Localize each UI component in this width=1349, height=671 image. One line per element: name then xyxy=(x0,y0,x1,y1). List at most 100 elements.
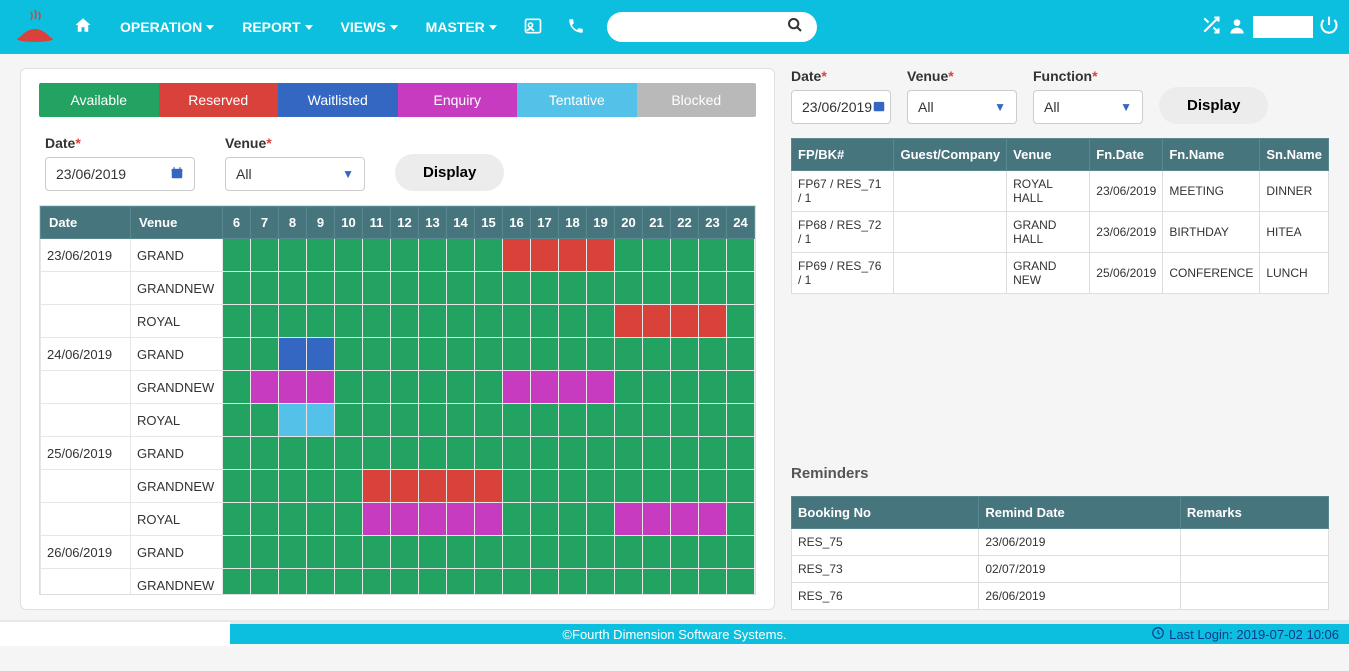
search-input[interactable] xyxy=(607,12,817,42)
grid-slot[interactable] xyxy=(587,239,615,272)
grid-slot[interactable] xyxy=(699,305,727,338)
grid-slot[interactable] xyxy=(335,404,363,437)
grid-slot[interactable] xyxy=(279,239,307,272)
grid-slot[interactable] xyxy=(307,569,335,596)
grid-slot[interactable] xyxy=(671,437,699,470)
grid-slot[interactable] xyxy=(223,338,251,371)
grid-slot[interactable] xyxy=(699,239,727,272)
grid-slot[interactable] xyxy=(279,569,307,596)
grid-slot[interactable] xyxy=(587,536,615,569)
grid-slot[interactable] xyxy=(419,272,447,305)
grid-slot[interactable] xyxy=(559,569,587,596)
grid-slot[interactable] xyxy=(447,536,475,569)
grid-slot[interactable] xyxy=(307,503,335,536)
grid-slot[interactable] xyxy=(363,437,391,470)
grid-slot[interactable] xyxy=(251,404,279,437)
grid-slot[interactable] xyxy=(643,371,671,404)
grid-slot[interactable] xyxy=(531,569,559,596)
grid-slot[interactable] xyxy=(671,239,699,272)
grid-slot[interactable] xyxy=(531,470,559,503)
grid-slot[interactable] xyxy=(475,371,503,404)
grid-slot[interactable] xyxy=(363,239,391,272)
home-icon[interactable] xyxy=(60,16,106,39)
grid-slot[interactable] xyxy=(251,503,279,536)
grid-slot[interactable] xyxy=(643,503,671,536)
grid-slot[interactable] xyxy=(587,470,615,503)
grid-slot[interactable] xyxy=(671,569,699,596)
grid-slot[interactable] xyxy=(447,470,475,503)
grid-slot[interactable] xyxy=(279,470,307,503)
grid-slot[interactable] xyxy=(503,536,531,569)
grid-slot[interactable] xyxy=(643,338,671,371)
grid-slot[interactable] xyxy=(643,272,671,305)
grid-slot[interactable] xyxy=(223,371,251,404)
grid-slot[interactable] xyxy=(223,239,251,272)
phone-icon[interactable] xyxy=(555,17,597,38)
grid-slot[interactable] xyxy=(363,371,391,404)
booking-row[interactable]: FP67 / RES_71 / 1ROYAL HALL23/06/2019MEE… xyxy=(792,171,1329,212)
grid-slot[interactable] xyxy=(643,569,671,596)
grid-slot[interactable] xyxy=(503,404,531,437)
grid-slot[interactable] xyxy=(335,470,363,503)
grid-slot[interactable] xyxy=(335,239,363,272)
nav-master[interactable]: MASTER xyxy=(412,19,511,35)
grid-slot[interactable] xyxy=(615,437,643,470)
grid-slot[interactable] xyxy=(363,305,391,338)
grid-slot[interactable] xyxy=(223,404,251,437)
grid-slot[interactable] xyxy=(531,503,559,536)
grid-slot[interactable] xyxy=(559,536,587,569)
grid-slot[interactable] xyxy=(727,470,755,503)
booking-row[interactable]: FP69 / RES_76 / 1GRAND NEW25/06/2019CONF… xyxy=(792,253,1329,294)
grid-slot[interactable] xyxy=(699,371,727,404)
grid-slot[interactable] xyxy=(475,569,503,596)
grid-slot[interactable] xyxy=(391,272,419,305)
grid-slot[interactable] xyxy=(251,470,279,503)
r-display-button[interactable]: Display xyxy=(1159,87,1268,124)
grid-slot[interactable] xyxy=(307,470,335,503)
grid-slot[interactable] xyxy=(475,338,503,371)
grid-slot[interactable] xyxy=(587,437,615,470)
grid-slot[interactable] xyxy=(559,470,587,503)
grid-slot[interactable] xyxy=(727,305,755,338)
grid-slot[interactable] xyxy=(503,470,531,503)
grid-slot[interactable] xyxy=(531,437,559,470)
booking-row[interactable]: FP68 / RES_72 / 1GRAND HALL23/06/2019BIR… xyxy=(792,212,1329,253)
grid-slot[interactable] xyxy=(503,239,531,272)
grid-slot[interactable] xyxy=(447,272,475,305)
grid-slot[interactable] xyxy=(251,569,279,596)
grid-slot[interactable] xyxy=(727,338,755,371)
grid-slot[interactable] xyxy=(251,437,279,470)
grid-slot[interactable] xyxy=(559,272,587,305)
grid-slot[interactable] xyxy=(391,239,419,272)
grid-slot[interactable] xyxy=(671,404,699,437)
grid-slot[interactable] xyxy=(391,503,419,536)
power-icon[interactable] xyxy=(1319,15,1339,40)
grid-slot[interactable] xyxy=(699,404,727,437)
grid-slot[interactable] xyxy=(307,272,335,305)
grid-slot[interactable] xyxy=(615,272,643,305)
grid-slot[interactable] xyxy=(391,437,419,470)
grid-slot[interactable] xyxy=(587,404,615,437)
grid-slot[interactable] xyxy=(251,239,279,272)
grid-slot[interactable] xyxy=(615,470,643,503)
grid-slot[interactable] xyxy=(251,338,279,371)
grid-slot[interactable] xyxy=(447,404,475,437)
grid-slot[interactable] xyxy=(671,338,699,371)
grid-slot[interactable] xyxy=(335,437,363,470)
grid-slot[interactable] xyxy=(531,404,559,437)
grid-slot[interactable] xyxy=(279,305,307,338)
grid-slot[interactable] xyxy=(671,371,699,404)
grid-slot[interactable] xyxy=(279,338,307,371)
grid-slot[interactable] xyxy=(223,536,251,569)
grid-slot[interactable] xyxy=(531,371,559,404)
grid-slot[interactable] xyxy=(363,503,391,536)
nav-operation[interactable]: OPERATION xyxy=(106,19,228,35)
grid-slot[interactable] xyxy=(559,305,587,338)
grid-slot[interactable] xyxy=(447,305,475,338)
grid-slot[interactable] xyxy=(251,272,279,305)
grid-slot[interactable] xyxy=(615,305,643,338)
grid-slot[interactable] xyxy=(251,536,279,569)
grid-slot[interactable] xyxy=(223,569,251,596)
grid-slot[interactable] xyxy=(419,371,447,404)
grid-slot[interactable] xyxy=(559,503,587,536)
